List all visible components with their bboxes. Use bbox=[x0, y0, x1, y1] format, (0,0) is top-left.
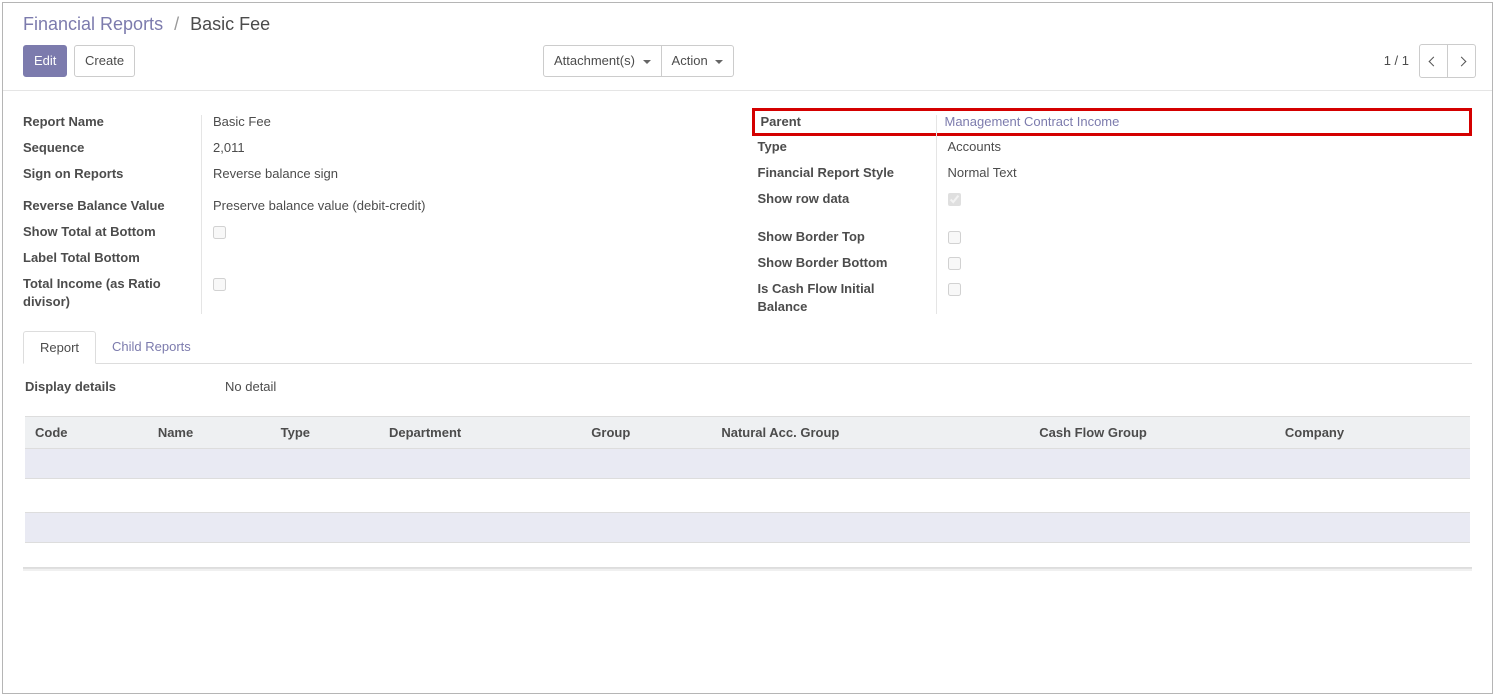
field-sequence: Sequence 2,011 bbox=[23, 137, 748, 163]
control-panel: Financial Reports / Basic Fee Edit Creat… bbox=[3, 3, 1492, 91]
field-report-name: Report Name Basic Fee bbox=[23, 111, 748, 137]
field-reverse-balance-value: Reverse Balance Value Preserve balance v… bbox=[23, 195, 748, 221]
table-row bbox=[25, 449, 1470, 479]
col-type[interactable]: Type bbox=[271, 417, 379, 449]
col-group[interactable]: Group bbox=[581, 417, 711, 449]
tab-report-body: Display details No detail bbox=[23, 364, 1472, 543]
breadcrumb-separator: / bbox=[174, 14, 179, 34]
reverse-balance-value: Preserve balance value (debit-credit) bbox=[201, 197, 748, 215]
chevron-left-icon bbox=[1429, 57, 1439, 67]
field-type: Type Accounts bbox=[758, 136, 1473, 162]
col-company[interactable]: Company bbox=[1275, 417, 1470, 449]
pager-counter: 1 / 1 bbox=[1384, 53, 1409, 68]
attachments-button[interactable]: Attachment(s) bbox=[543, 45, 662, 77]
is-cash-flow-initial-checkbox bbox=[948, 283, 961, 296]
sequence-value: 2,011 bbox=[201, 139, 748, 157]
accounts-table: Code Name Type Department Group Natural … bbox=[25, 416, 1470, 543]
table-row bbox=[25, 479, 1470, 513]
app-window: Financial Reports / Basic Fee Edit Creat… bbox=[2, 2, 1493, 694]
total-income-ratio-checkbox bbox=[213, 278, 226, 291]
col-name[interactable]: Name bbox=[148, 417, 271, 449]
show-border-top-checkbox bbox=[948, 231, 961, 244]
tab-child-reports[interactable]: Child Reports bbox=[96, 331, 207, 364]
field-show-row-data: Show row data bbox=[758, 188, 1473, 214]
parent-link[interactable]: Management Contract Income bbox=[945, 114, 1120, 129]
table-row bbox=[25, 513, 1470, 543]
field-show-total-at-bottom: Show Total at Bottom bbox=[23, 221, 748, 247]
col-cash-flow-group[interactable]: Cash Flow Group bbox=[1029, 417, 1275, 449]
form-sheet: Report Name Basic Fee Sequence 2,011 Sig… bbox=[3, 91, 1492, 560]
horizontal-scrollbar[interactable] bbox=[23, 567, 1472, 571]
chevron-right-icon bbox=[1457, 57, 1467, 67]
field-total-income-ratio: Total Income (as Ratio divisor) bbox=[23, 273, 748, 313]
create-button[interactable]: Create bbox=[74, 45, 135, 77]
table-header-row: Code Name Type Department Group Natural … bbox=[25, 417, 1470, 449]
form-left-column: Report Name Basic Fee Sequence 2,011 Sig… bbox=[23, 111, 748, 319]
field-display-details: Display details No detail bbox=[25, 378, 1470, 396]
field-show-border-bottom: Show Border Bottom bbox=[758, 252, 1473, 278]
pager-prev-button[interactable] bbox=[1419, 44, 1448, 78]
field-financial-report-style: Financial Report Style Normal Text bbox=[758, 162, 1473, 188]
sign-on-reports-value: Reverse balance sign bbox=[201, 165, 748, 183]
col-department[interactable]: Department bbox=[379, 417, 581, 449]
caret-down-icon bbox=[715, 60, 723, 64]
tab-report[interactable]: Report bbox=[23, 331, 96, 364]
tabs: Report Child Reports Display details No … bbox=[23, 330, 1472, 543]
action-button[interactable]: Action bbox=[662, 45, 735, 77]
show-border-bottom-checkbox bbox=[948, 257, 961, 270]
action-label: Action bbox=[672, 53, 708, 68]
col-code[interactable]: Code bbox=[25, 417, 148, 449]
breadcrumb-parent-link[interactable]: Financial Reports bbox=[23, 14, 163, 34]
type-value: Accounts bbox=[936, 138, 1473, 156]
field-parent-highlighted: Parent Management Contract Income bbox=[752, 108, 1473, 136]
field-show-border-top: Show Border Top bbox=[758, 226, 1473, 252]
show-row-data-checkbox bbox=[948, 193, 961, 206]
display-details-value: No detail bbox=[203, 378, 1470, 396]
field-label-total-bottom: Label Total Bottom bbox=[23, 247, 748, 273]
pager-next-button[interactable] bbox=[1448, 44, 1476, 78]
breadcrumb-current: Basic Fee bbox=[190, 14, 270, 34]
breadcrumb: Financial Reports / Basic Fee bbox=[23, 11, 270, 38]
report-name-value: Basic Fee bbox=[201, 113, 748, 131]
show-total-at-bottom-checkbox bbox=[213, 226, 226, 239]
col-natural-acc-group[interactable]: Natural Acc. Group bbox=[711, 417, 1029, 449]
financial-report-style-value: Normal Text bbox=[936, 164, 1473, 182]
caret-down-icon bbox=[643, 60, 651, 64]
edit-button[interactable]: Edit bbox=[23, 45, 67, 77]
form-right-column: Parent Management Contract Income Type A… bbox=[748, 111, 1473, 319]
attachments-label: Attachment(s) bbox=[554, 53, 635, 68]
field-is-cash-flow-initial: Is Cash Flow Initial Balance bbox=[758, 278, 1473, 318]
field-sign-on-reports: Sign on Reports Reverse balance sign bbox=[23, 163, 748, 189]
